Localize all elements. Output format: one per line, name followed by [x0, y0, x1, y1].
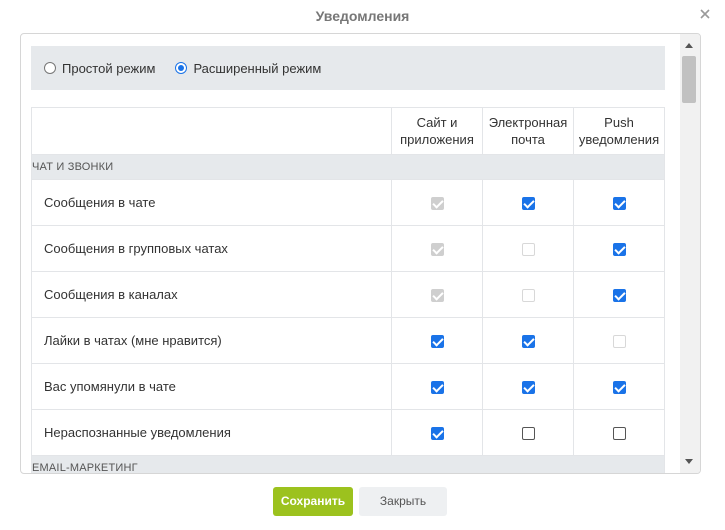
mode-selector: Простой режим Расширенный режим	[31, 46, 665, 90]
radio-simple-label: Простой режим	[62, 60, 156, 76]
row-label: Сообщения в каналах	[31, 271, 392, 318]
column-header-email: Электронная почта	[482, 107, 574, 155]
header-empty	[31, 107, 392, 155]
close-icon[interactable]	[699, 7, 711, 19]
row-label: Лайки в чатах (мне нравится)	[31, 317, 392, 364]
checkbox-email[interactable]	[521, 335, 535, 349]
table-row: Вас упомянули в чате	[31, 363, 665, 410]
notification-table: Сайт и приложения Электронная почта Push…	[31, 107, 665, 473]
row-label: Нераспознанные уведомления	[31, 409, 392, 456]
radio-advanced-mode[interactable]: Расширенный режим	[175, 61, 321, 76]
checkbox-push[interactable]	[612, 335, 626, 349]
section-header-email-marketing: EMAIL-МАРКЕТИНГ	[31, 455, 665, 473]
section-header-chat: ЧАТ И ЗВОНКИ	[31, 154, 665, 180]
dialog-title: Уведомления	[315, 8, 410, 24]
checkbox-push[interactable]	[612, 243, 626, 257]
scroll-content: Простой режим Расширенный режим Сайт и п…	[21, 34, 680, 473]
scroll-up-arrow-icon[interactable]	[685, 43, 693, 48]
vertical-scrollbar[interactable]	[680, 34, 700, 473]
settings-panel: Простой режим Расширенный режим Сайт и п…	[20, 33, 701, 474]
table-row: Нераспознанные уведомления	[31, 409, 665, 456]
checkbox-email[interactable]	[521, 427, 535, 441]
checkbox-site[interactable]	[430, 427, 444, 441]
scroll-down-arrow-icon[interactable]	[685, 459, 693, 464]
checkbox-site[interactable]	[430, 289, 444, 303]
radio-button-simple[interactable]	[44, 62, 56, 74]
close-button[interactable]: Закрыть	[359, 487, 447, 516]
table-row: Сообщения в каналах	[31, 271, 665, 318]
table-row: Сообщения в групповых чатах	[31, 225, 665, 272]
column-header-push: Push уведомления	[573, 107, 665, 155]
checkbox-site[interactable]	[430, 197, 444, 211]
checkbox-email[interactable]	[521, 289, 535, 303]
checkbox-push[interactable]	[612, 381, 626, 395]
column-header-site: Сайт и приложения	[391, 107, 483, 155]
table-row: Сообщения в чате	[31, 179, 665, 226]
save-button[interactable]: Сохранить	[273, 487, 353, 516]
radio-advanced-label: Расширенный режим	[193, 60, 322, 76]
checkbox-site[interactable]	[430, 243, 444, 257]
table-row: Лайки в чатах (мне нравится)	[31, 317, 665, 364]
section-title: ЧАТ И ЗВОНКИ	[31, 154, 665, 180]
row-label: Вас упомянули в чате	[31, 363, 392, 410]
scrollbar-thumb[interactable]	[682, 56, 696, 103]
checkbox-push[interactable]	[612, 289, 626, 303]
checkbox-push[interactable]	[612, 197, 626, 211]
checkbox-site[interactable]	[430, 335, 444, 349]
row-label: Сообщения в чате	[31, 179, 392, 226]
checkbox-site[interactable]	[430, 381, 444, 395]
section-title: EMAIL-МАРКЕТИНГ	[31, 455, 665, 473]
checkbox-email[interactable]	[521, 243, 535, 257]
checkbox-email[interactable]	[521, 197, 535, 211]
table-header: Сайт и приложения Электронная почта Push…	[31, 107, 665, 155]
checkbox-email[interactable]	[521, 381, 535, 395]
checkbox-push[interactable]	[612, 427, 626, 441]
row-label: Сообщения в групповых чатах	[31, 225, 392, 272]
radio-button-advanced[interactable]	[175, 62, 188, 74]
radio-simple-mode[interactable]: Простой режим	[44, 61, 155, 76]
